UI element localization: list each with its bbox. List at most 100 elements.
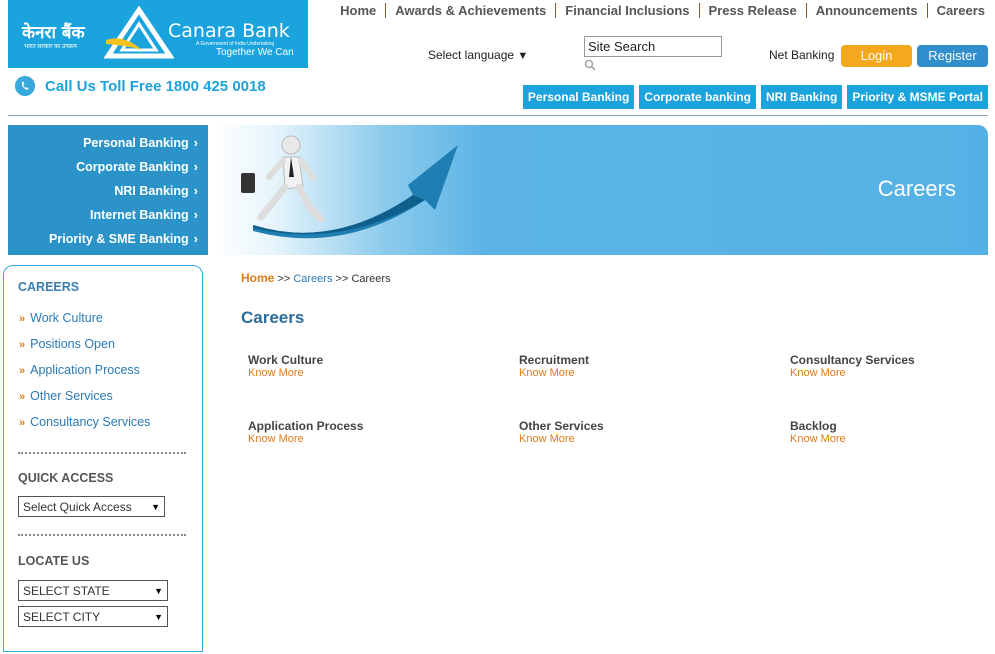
breadcrumb-current: Careers [351, 273, 391, 285]
sidebar-link-work-culture[interactable]: » Work Culture [19, 311, 150, 337]
card-other-services: Other Services Know More [519, 419, 604, 446]
chevron-right-icon: › [193, 207, 198, 222]
topnav-press-release[interactable]: Press Release [698, 3, 806, 18]
divider-dotted [18, 534, 186, 536]
banner-title: Careers [877, 176, 956, 201]
careers-banner: Careers [213, 125, 988, 255]
card-title: Other Services [519, 419, 604, 433]
banking-side-menu: Personal Banking › Corporate Banking › NRI… [8, 125, 208, 255]
card-recruitment: Recruitment Know More [519, 353, 589, 380]
breadcrumb-separator: >> [277, 273, 291, 285]
careers-heading: CAREERS [18, 280, 80, 294]
tab-corporate-banking[interactable]: Corporate banking [639, 85, 756, 109]
topnav-awards[interactable]: Awards & Achievements [385, 3, 555, 18]
language-selector[interactable]: Select language ▼ [428, 48, 528, 62]
double-chevron-icon: » [19, 391, 26, 403]
know-more-link[interactable]: Know More [790, 367, 915, 380]
sidemenu-item-label: Corporate Banking [76, 160, 189, 174]
know-more-link[interactable]: Know More [248, 433, 363, 446]
sidemenu-item-label: Internet Banking [90, 208, 189, 222]
sidebar-link-positions-open[interactable]: » Positions Open [19, 337, 150, 363]
careers-links: » Work Culture » Positions Open » Applicati… [19, 311, 150, 441]
sidebar-link-label: Work Culture [30, 311, 103, 325]
tab-priority-msme-portal[interactable]: Priority & MSME Portal [847, 85, 988, 109]
top-navigation: Home Awards & Achievements Financial Inc… [331, 3, 987, 18]
sidemenu-item-internet-banking[interactable]: Internet Banking › [8, 203, 208, 227]
phone-icon [15, 76, 35, 96]
sidebar-link-label: Consultancy Services [30, 415, 151, 429]
sidemenu-item-label: Personal Banking [83, 136, 189, 150]
page-title: Careers [241, 308, 305, 327]
know-more-link[interactable]: Know More [519, 433, 604, 446]
topnav-home[interactable]: Home [331, 3, 385, 18]
state-select[interactable]: SELECT STATE ▼ [18, 580, 168, 601]
topnav-announcements[interactable]: Announcements [805, 3, 927, 18]
card-title: Consultancy Services [790, 353, 915, 367]
login-button[interactable]: Login [841, 45, 912, 67]
quick-access-select[interactable]: Select Quick Access ▼ [18, 496, 165, 517]
breadcrumb: Home >> Careers >> Careers [241, 271, 391, 285]
sidemenu-item-corporate-banking[interactable]: Corporate Banking › [8, 155, 208, 179]
card-application-process: Application Process Know More [248, 419, 363, 446]
toll-free-callout: Call Us Toll Free 1800 425 0018 [15, 76, 266, 96]
city-select[interactable]: SELECT CITY ▼ [18, 606, 168, 627]
running-man-arrow-illustration [241, 135, 458, 239]
caret-down-icon: ▼ [154, 585, 163, 596]
language-label: Select language [428, 48, 515, 62]
locate-us-heading: LOCATE US [18, 554, 90, 568]
breadcrumb-careers[interactable]: Careers [293, 273, 332, 285]
sidebar-link-other-services[interactable]: » Other Services [19, 389, 150, 415]
logo-tagline: Together We Can [216, 47, 294, 58]
toll-free-text: Call Us Toll Free 1800 425 0018 [45, 77, 266, 95]
caret-down-icon: ▼ [154, 611, 163, 622]
card-work-culture: Work Culture Know More [248, 353, 323, 380]
net-banking-label: Net Banking [769, 48, 835, 62]
topnav-careers[interactable]: Careers [926, 3, 987, 18]
know-more-link[interactable]: Know More [519, 367, 589, 380]
sidemenu-item-priority-sme-banking[interactable]: Priority & SME Banking › [8, 227, 208, 251]
card-backlog: Backlog Know More [790, 419, 846, 446]
quick-access-value: Select Quick Access [23, 499, 132, 514]
divider-dotted [18, 452, 186, 454]
card-title: Recruitment [519, 353, 590, 367]
site-search-input[interactable] [584, 36, 722, 57]
breadcrumb-home[interactable]: Home [241, 271, 274, 285]
tab-personal-banking[interactable]: Personal Banking [522, 85, 635, 109]
logo-brand-name: Canara Bank [168, 20, 290, 42]
sidebar-link-application-process[interactable]: » Application Process [19, 363, 150, 389]
know-more-link[interactable]: Know More [790, 433, 846, 446]
register-button[interactable]: Register [917, 45, 988, 67]
chevron-right-icon: › [193, 231, 198, 246]
quick-access-heading: QUICK ACCESS [18, 471, 114, 485]
card-title: Work Culture [248, 353, 324, 367]
careers-sidebar: CAREERS » Work Culture » Positions Open » A… [3, 265, 203, 652]
logo-hindi-subtext: भारत सरकार का उपक्रम [24, 44, 77, 50]
chevron-right-icon: › [193, 159, 198, 174]
caret-down-icon: ▼ [517, 50, 529, 62]
card-consultancy-services: Consultancy Services Know More [790, 353, 915, 380]
sidebar-link-label: Positions Open [30, 337, 115, 351]
primary-tab-navigation: Personal Banking Corporate banking NRI B… [518, 85, 988, 109]
sidebar-link-consultancy-services[interactable]: » Consultancy Services [19, 415, 150, 441]
double-chevron-icon: » [19, 417, 26, 429]
sidemenu-item-nri-banking[interactable]: NRI Banking › [8, 179, 208, 203]
chevron-right-icon: › [193, 183, 198, 198]
canara-bank-logo[interactable]: केनरा बैंक भारत सरकार का उपक्रम Canara B… [8, 0, 308, 68]
sidebar-link-label: Application Process [30, 363, 140, 377]
card-title: Application Process [248, 419, 364, 433]
city-select-value: SELECT CITY [23, 609, 101, 624]
caret-down-icon: ▼ [151, 501, 160, 512]
search-icon[interactable] [584, 59, 596, 71]
sidemenu-item-label: NRI Banking [114, 184, 189, 198]
logo-hindi-text: केनरा बैंक [22, 23, 85, 43]
know-more-link[interactable]: Know More [248, 367, 323, 380]
sidemenu-item-personal-banking[interactable]: Personal Banking › [8, 131, 208, 155]
card-title: Backlog [790, 419, 837, 433]
tab-nri-banking[interactable]: NRI Banking [760, 85, 843, 109]
breadcrumb-separator: >> [335, 273, 349, 285]
topnav-financial-inclusions[interactable]: Financial Inclusions [555, 3, 698, 18]
state-select-value: SELECT STATE [23, 583, 110, 598]
double-chevron-icon: » [19, 313, 26, 325]
header-divider [8, 115, 988, 116]
canara-logo-mark-icon [104, 6, 174, 59]
